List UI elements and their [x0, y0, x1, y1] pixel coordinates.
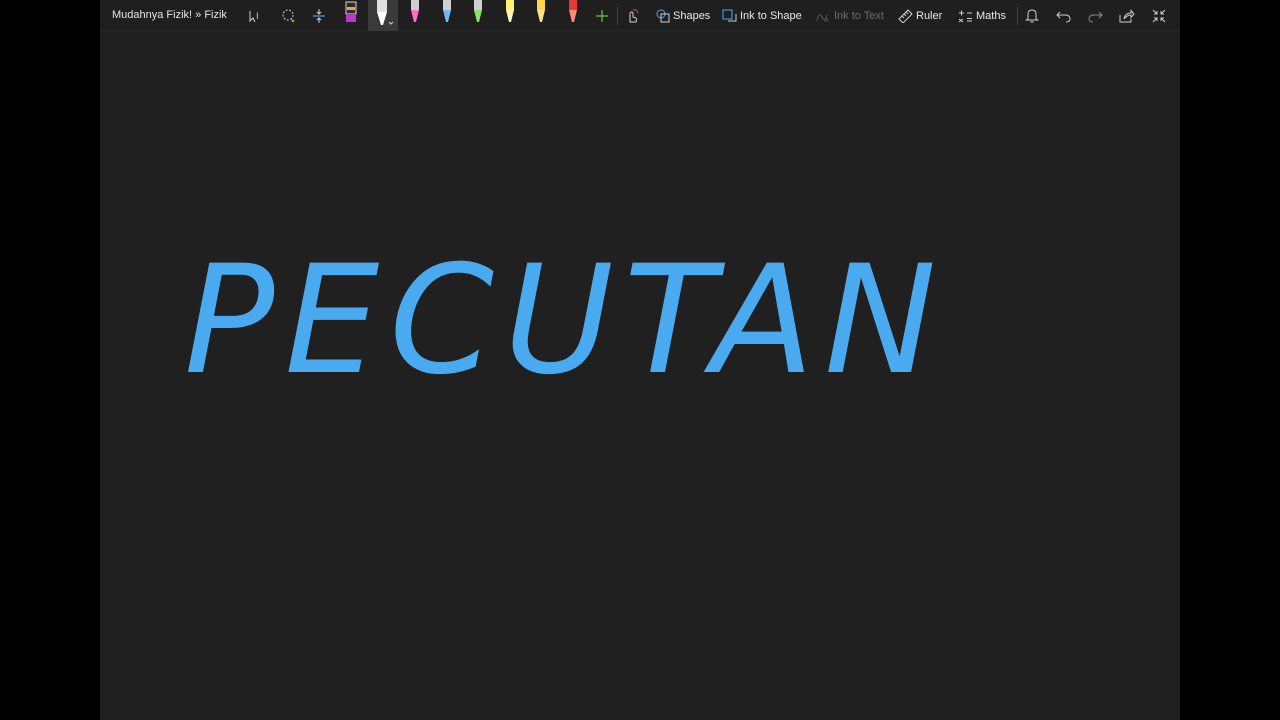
green-pen-icon[interactable]	[468, 0, 488, 31]
ink-to-shape-button[interactable]: Ink to Shape	[722, 6, 802, 26]
maths-button[interactable]: Maths	[958, 6, 1006, 26]
toolbar-divider	[1017, 7, 1018, 25]
add-pen-icon[interactable]	[592, 0, 612, 31]
red-pen-icon[interactable]	[563, 0, 583, 31]
ink-to-text-label: Ink to Text	[834, 10, 884, 22]
shapes-label: Shapes	[673, 10, 711, 22]
redo-icon[interactable]	[1085, 0, 1105, 31]
yellow-pen-icon[interactable]	[500, 0, 520, 31]
drawing-canvas[interactable]: PECUTAN	[100, 31, 1180, 720]
shapes-icon	[656, 9, 670, 23]
svg-text:A: A	[824, 16, 829, 23]
exit-fullscreen-icon[interactable]	[1149, 0, 1169, 31]
shapes-button[interactable]: Shapes	[656, 6, 710, 26]
onenote-window: Mudahnya Fizik! » Fizik I Shapes Ink to …	[100, 0, 1180, 720]
touch-draw-icon[interactable]	[622, 0, 642, 31]
handwritten-ink-text[interactable]: PECUTAN	[184, 221, 1084, 421]
ink-to-text-icon: A	[816, 14, 829, 23]
lasso-select-icon[interactable]	[278, 0, 298, 31]
blue-pen-icon[interactable]	[437, 0, 457, 31]
ruler-icon	[898, 9, 913, 23]
breadcrumb[interactable]: Mudahnya Fizik! » Fizik	[112, 9, 227, 21]
undo-icon[interactable]	[1053, 0, 1073, 31]
ruler-button[interactable]: Ruler	[898, 6, 942, 26]
toolbar-divider	[617, 7, 618, 25]
maths-icon	[958, 10, 972, 23]
ruler-label: Ruler	[916, 10, 943, 22]
add-space-icon[interactable]	[309, 0, 329, 31]
highlighter-pen-icon[interactable]	[341, 0, 361, 31]
ink-to-shape-icon	[722, 9, 737, 22]
maths-label: Maths	[976, 10, 1006, 22]
share-icon[interactable]	[1117, 0, 1137, 31]
ink-to-text-button[interactable]: A Ink to Text	[815, 6, 884, 26]
pink-pen-icon[interactable]	[405, 0, 425, 31]
type-select-icon[interactable]: I	[246, 0, 266, 31]
svg-text:I: I	[256, 12, 259, 22]
white-pen-icon[interactable]	[368, 0, 398, 31]
draw-toolbar: Mudahnya Fizik! » Fizik I Shapes Ink to …	[100, 0, 1180, 31]
gold-pen-icon[interactable]	[531, 0, 551, 31]
bell-icon[interactable]	[1022, 0, 1042, 31]
ink-to-shape-label: Ink to Shape	[740, 10, 802, 22]
